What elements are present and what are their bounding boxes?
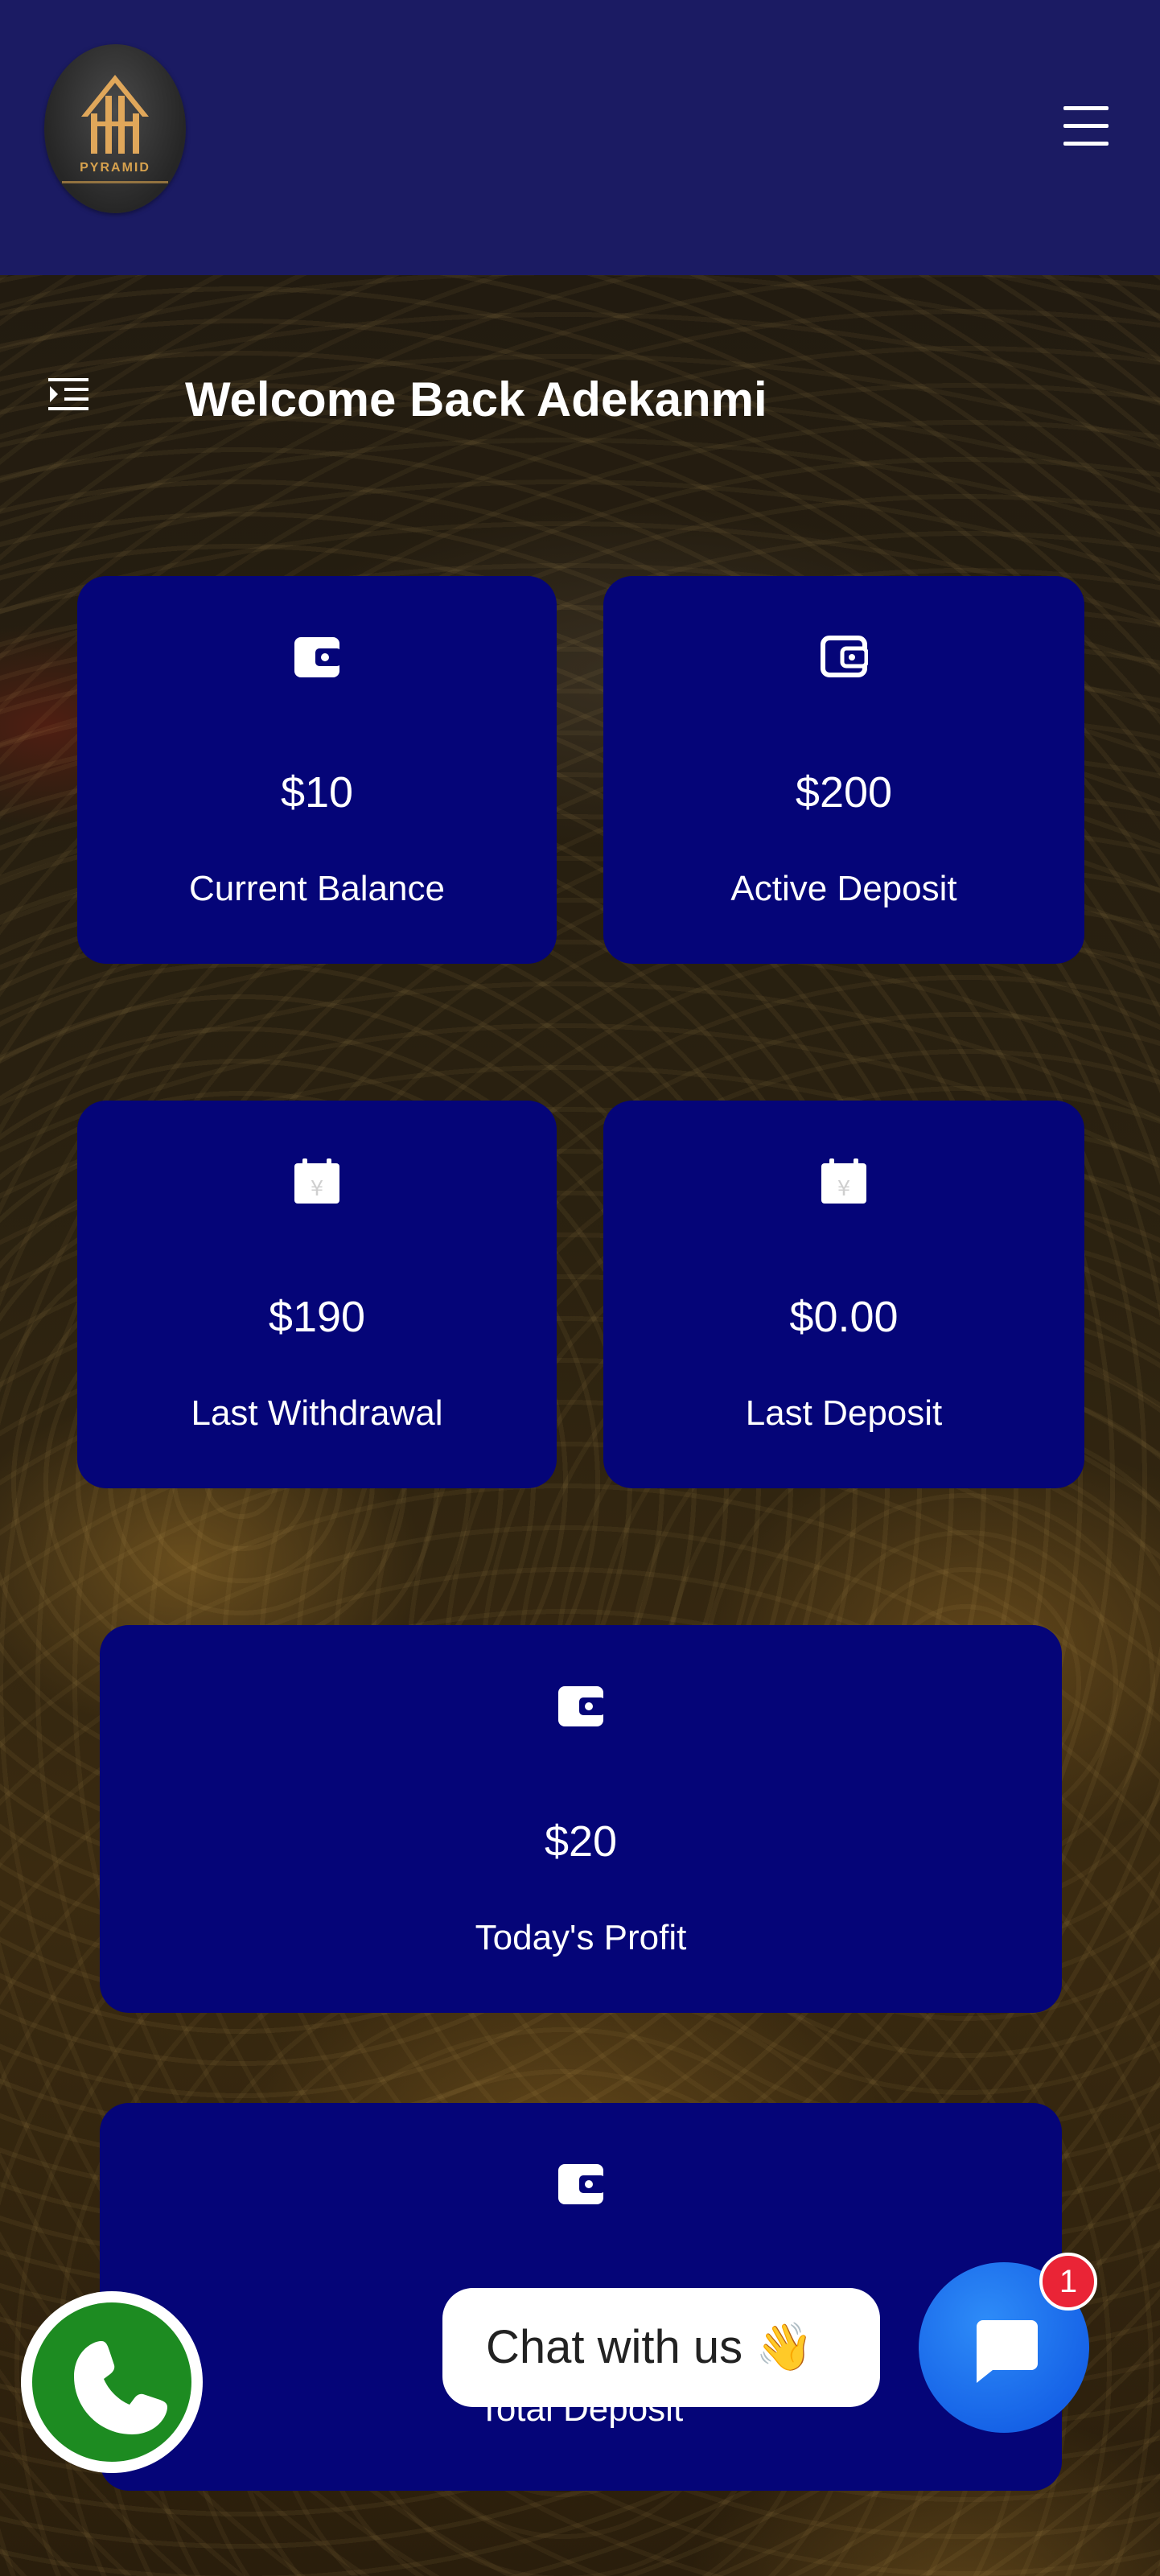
card-value: $10 <box>280 768 354 817</box>
last-deposit-card[interactable]: ¥ $0.00 Last Deposit <box>603 1101 1084 1488</box>
todays-profit-card[interactable]: $20 Today's Profit <box>100 1625 1062 2013</box>
card-label: Last Withdrawal <box>191 1393 443 1433</box>
logo-tagline <box>62 181 168 183</box>
wallet-icon <box>557 2161 605 2209</box>
active-deposit-card[interactable]: $200 Active Deposit <box>603 576 1084 964</box>
current-balance-card[interactable]: $10 Current Balance <box>77 576 557 964</box>
waving-hand-emoji: 👋 <box>755 2321 814 2373</box>
card-value: $20 <box>544 1817 618 1866</box>
pyramid-logo[interactable]: PYRAMID <box>44 44 186 213</box>
card-value: $0.00 <box>789 1293 899 1341</box>
wallet-icon <box>293 634 341 682</box>
unread-count-badge: 1 <box>1039 2253 1097 2311</box>
card-value: $200 <box>795 768 893 817</box>
top-navbar: PYRAMID <box>0 0 1160 275</box>
pyramid-logo-icon <box>81 75 149 154</box>
svg-text:¥: ¥ <box>837 1177 851 1201</box>
hamburger-icon[interactable] <box>1063 106 1110 146</box>
chat-with-us-bubble[interactable]: Chat with us 👋 <box>442 2288 880 2407</box>
card-label: Last Deposit <box>745 1393 943 1433</box>
card-label: Current Balance <box>189 869 445 908</box>
calendar-icon: ¥ <box>820 1158 868 1208</box>
wallet-icon <box>820 634 869 682</box>
chat-text: Chat with us <box>486 2321 743 2373</box>
wallet-icon <box>557 1683 605 1731</box>
whatsapp-icon <box>32 2302 191 2462</box>
card-value: $190 <box>268 1293 366 1341</box>
welcome-title: Welcome Back Adekanmi <box>185 372 767 426</box>
logo-text: PYRAMID <box>80 161 150 175</box>
calendar-icon: ¥ <box>293 1158 341 1208</box>
indent-menu-icon[interactable] <box>48 375 90 417</box>
whatsapp-button[interactable] <box>21 2291 203 2473</box>
svg-text:¥: ¥ <box>311 1177 324 1201</box>
last-withdrawal-card[interactable]: ¥ $190 Last Withdrawal <box>77 1101 557 1488</box>
card-label: Today's Profit <box>475 1918 687 1957</box>
card-label: Active Deposit <box>730 869 957 908</box>
